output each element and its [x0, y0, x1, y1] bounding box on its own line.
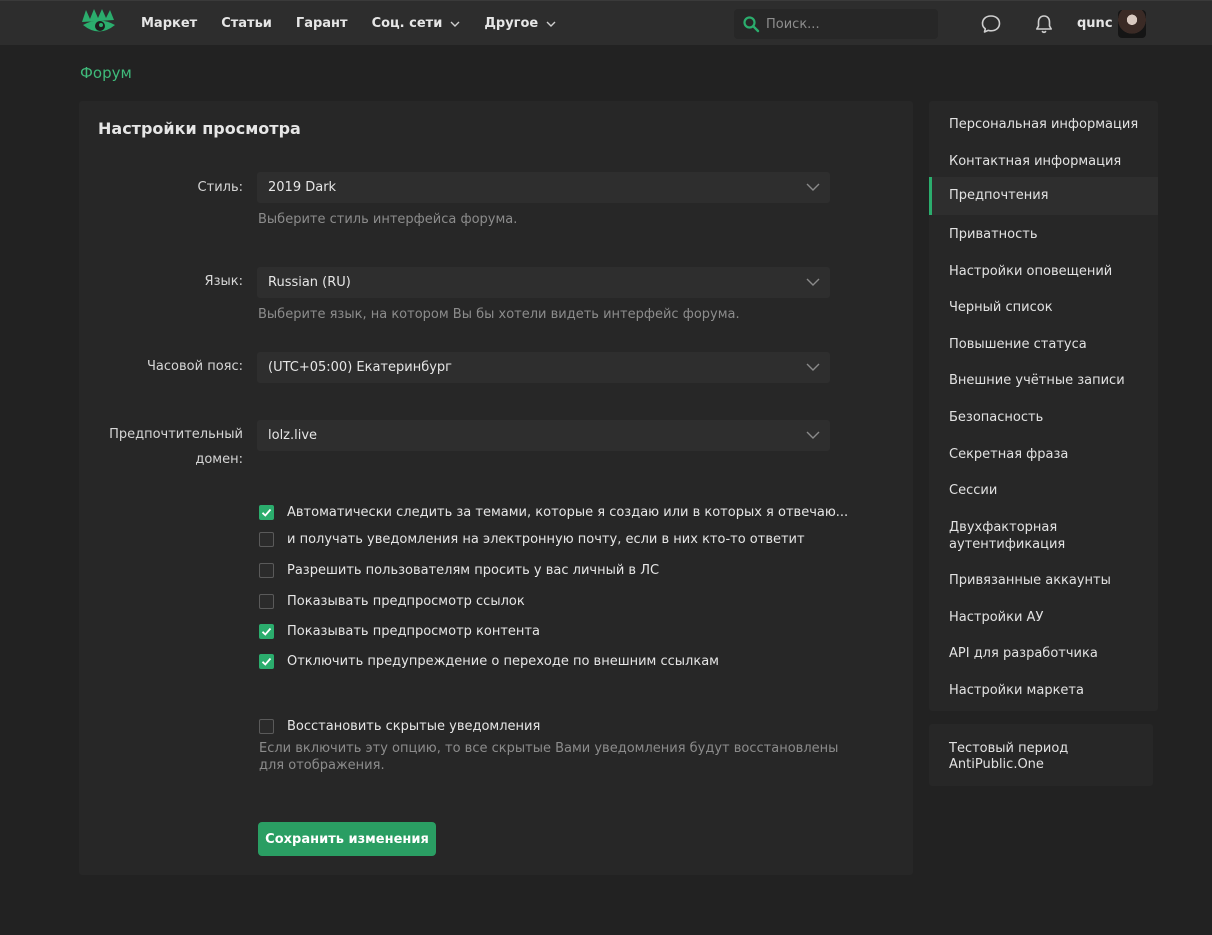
chevron-down-icon: [806, 363, 820, 371]
search-input[interactable]: [766, 16, 926, 32]
bell-icon[interactable]: [1033, 13, 1055, 35]
sidebar-item[interactable]: Внешние учётные записи: [929, 372, 1158, 389]
sidebar-item[interactable]: Предпочтения: [929, 177, 1158, 215]
checkbox[interactable]: [259, 654, 274, 669]
checkbox-option[interactable]: Показывать предпросмотр ссылок: [259, 594, 525, 609]
checkbox-option[interactable]: Разрешить пользователям просить у вас ли…: [259, 563, 659, 578]
chevron-down-icon: [546, 21, 556, 27]
checkbox[interactable]: [259, 624, 274, 639]
checkbox-label: Восстановить скрытые уведомления: [287, 719, 541, 734]
chevron-down-icon: [806, 278, 820, 286]
style-label: Стиль:: [197, 180, 243, 195]
sidebar-item[interactable]: Сессии: [929, 482, 1158, 499]
sidebar-item[interactable]: Приватность: [929, 226, 1158, 243]
checkbox[interactable]: [259, 505, 274, 520]
nav-item-label: Статьи: [221, 16, 272, 31]
checkbox[interactable]: [259, 532, 274, 547]
language-select[interactable]: Russian (RU): [257, 267, 830, 298]
save-button[interactable]: Сохранить изменения: [258, 822, 436, 856]
nav-item-label: Соц. сети: [371, 16, 443, 31]
sidebar-item[interactable]: API для разработчика: [929, 645, 1158, 662]
promo-link[interactable]: Тестовый период AntiPublic.One: [949, 741, 1139, 773]
domain-label-line2: домен:: [195, 452, 243, 467]
domain-select[interactable]: lolz.live: [257, 420, 830, 451]
checkbox-label: и получать уведомления на электронную по…: [287, 532, 805, 547]
top-navigation-bar: Маркет Статьи Гарант Соц. сети Другое qunc: [0, 0, 1212, 45]
timezone-label: Часовой пояс:: [147, 359, 243, 374]
nav-item[interactable]: Маркет: [141, 16, 197, 31]
settings-panel: Настройки просмотра Стиль: 2019 Dark Выб…: [79, 101, 913, 875]
checkbox-label: Разрешить пользователям просить у вас ли…: [287, 563, 660, 578]
language-label: Язык:: [204, 274, 243, 289]
search-box[interactable]: [734, 9, 938, 39]
breadcrumb[interactable]: Форум: [80, 64, 132, 82]
restore-notifications-option[interactable]: Восстановить скрытые уведомления: [259, 719, 540, 734]
sidebar-item[interactable]: Привязанные аккаунты: [929, 572, 1158, 589]
checkbox-label: Автоматически следить за темами, которые…: [287, 505, 849, 520]
nav-item-label: Другое: [484, 16, 539, 31]
checkbox-option[interactable]: Отключить предупреждение о переходе по в…: [259, 654, 719, 669]
sidebar-item[interactable]: Контактная информация: [929, 153, 1158, 170]
search-icon: [743, 16, 760, 33]
checkbox[interactable]: [259, 563, 274, 578]
sidebar-item[interactable]: Черный список: [929, 299, 1158, 316]
checkbox[interactable]: [259, 594, 274, 609]
site-logo-icon[interactable]: [80, 8, 118, 40]
timezone-select[interactable]: (UTC+05:00) Екатеринбург: [257, 352, 830, 383]
checkbox-option[interactable]: Автоматически следить за темами, которые…: [259, 505, 848, 520]
restore-hint: Если включить эту опцию, то все скрытые …: [259, 741, 839, 773]
domain-select-value: lolz.live: [268, 428, 318, 443]
domain-label-line1: Предпочтительный: [109, 427, 243, 442]
sidebar-item[interactable]: Секретная фраза: [929, 446, 1158, 463]
main-nav: Маркет Статьи Гарант Соц. сети Другое: [141, 1, 580, 46]
checkbox-label: Показывать предпросмотр контента: [287, 624, 540, 639]
checkbox[interactable]: [259, 719, 274, 734]
chevron-down-icon: [806, 183, 820, 191]
checkbox-option[interactable]: Показывать предпросмотр контента: [259, 624, 540, 639]
checkmark-icon: [261, 627, 272, 636]
style-hint: Выберите стиль интерфейса форума.: [258, 212, 518, 227]
chevron-down-icon: [450, 21, 460, 27]
page-title: Настройки просмотра: [98, 119, 301, 138]
checkmark-icon: [261, 657, 272, 666]
nav-item[interactable]: Статьи: [221, 16, 272, 31]
sidebar-item[interactable]: Настройки маркета: [929, 682, 1158, 699]
checkmark-icon: [261, 508, 272, 517]
language-select-value: Russian (RU): [268, 275, 351, 290]
style-select[interactable]: 2019 Dark: [257, 172, 830, 203]
username[interactable]: qunc: [1077, 16, 1113, 31]
sidebar-item[interactable]: Настройки оповещений: [929, 263, 1158, 280]
sidebar-item[interactable]: Двухфакторная аутентификация: [929, 519, 1089, 553]
timezone-select-value: (UTC+05:00) Екатеринбург: [268, 360, 452, 375]
avatar[interactable]: [1118, 10, 1146, 38]
checkbox-option[interactable]: и получать уведомления на электронную по…: [259, 532, 805, 547]
chat-icon[interactable]: [980, 13, 1002, 35]
promo-block: Тестовый период AntiPublic.One: [929, 724, 1153, 786]
nav-item[interactable]: Соц. сети: [372, 16, 461, 31]
chevron-down-icon: [806, 431, 820, 439]
sidebar-item[interactable]: Настройки АУ: [929, 609, 1158, 626]
checkbox-label: Показывать предпросмотр ссылок: [287, 594, 525, 609]
sidebar-item[interactable]: Повышение статуса: [929, 336, 1158, 353]
nav-item[interactable]: Другое: [484, 16, 556, 31]
language-hint: Выберите язык, на котором Вы бы хотели в…: [258, 307, 740, 322]
settings-sidebar: Персональная информация Контактная информ…: [929, 101, 1158, 711]
nav-item[interactable]: Гарант: [296, 16, 348, 31]
sidebar-item[interactable]: Персональная информация: [929, 116, 1158, 133]
nav-item-label: Гарант: [295, 16, 348, 31]
sidebar-item[interactable]: Безопасность: [929, 409, 1158, 426]
checkbox-label: Отключить предупреждение о переходе по в…: [287, 654, 719, 669]
style-select-value: 2019 Dark: [268, 180, 337, 195]
nav-item-label: Маркет: [141, 16, 198, 31]
